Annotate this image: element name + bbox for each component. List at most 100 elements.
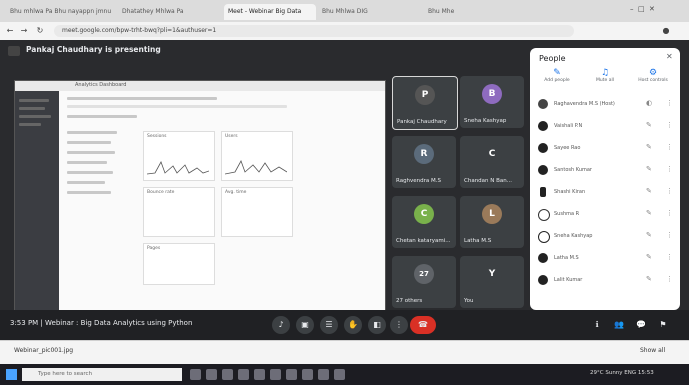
participant-tile[interactable]: B Sneha Kashyap [460,76,524,128]
window-controls[interactable]: – □ ✕ [630,5,655,13]
system-tray[interactable]: 29°C Sunny ENG 15:53 [590,370,654,376]
person-row[interactable]: Sayee Rao ✎ ⋮ [536,140,676,158]
taskbar-app-icon[interactable] [206,369,217,380]
taskbar: Type here to search 29°C Sunny ENG 15:53 [0,364,689,385]
taskbar-app-icon[interactable] [254,369,265,380]
participant-tile[interactable]: L Latha M.S [460,196,524,248]
more-icon[interactable]: ⋮ [666,143,673,151]
chat-icon[interactable]: 💬 [632,316,650,334]
shared-window-title: Analytics Dashboard [75,82,127,88]
more-icon[interactable]: ⋮ [666,253,673,261]
participant-tile[interactable]: C Chandan N Ban... [460,136,524,188]
mic-off-icon[interactable]: ✎ [646,187,652,195]
person-row[interactable]: Sneha Kashyap ✎ ⋮ [536,228,676,246]
participant-name: Chetan kataryami... [396,238,451,244]
person-row[interactable]: Raghavendra M.S (Host) ◐ ⋮ [536,96,676,114]
mic-off-icon[interactable]: ✎ [646,275,652,283]
more-icon[interactable]: ⋮ [666,121,673,129]
browser-tab[interactable]: Bhu Mhlwa DIG [318,4,422,20]
raise-hand-button[interactable]: ✋ [344,316,362,334]
participant-name: Sneha Kashyap [464,118,507,124]
download-bar: Webinar_pic001.jpg Show all [0,340,689,365]
avatar [538,231,550,243]
person-row[interactable]: Sushma R ✎ ⋮ [536,206,676,224]
mic-button[interactable]: ♪ [272,316,290,334]
address-bar: ← → ↻ meet.google.com/bpw-trht-bwq?pli=1… [0,22,689,41]
browser-tab-active[interactable]: Meet - Webinar Big Data [224,4,316,20]
mic-off-icon[interactable]: ✎ [646,165,652,173]
more-icon[interactable]: ⋮ [666,165,673,173]
more-icon[interactable]: ⋮ [666,99,673,107]
taskbar-app-icon[interactable] [334,369,345,380]
avatar: C [414,204,434,224]
windows-start-icon[interactable] [6,369,17,380]
activities-icon[interactable]: ⚑ [654,316,672,334]
show-all-link[interactable]: Show all [640,347,665,354]
sparkline [147,161,209,175]
captions-button[interactable]: ☰ [320,316,338,334]
avatar: C [482,144,502,164]
more-icon[interactable]: ⋮ [666,187,673,195]
browser-tab[interactable]: Dhatathey Mhlwa Pa [118,4,222,20]
more-options-button[interactable]: ⋮ [390,316,408,334]
add-people-button[interactable]: ✎ Add people [534,68,580,83]
participant-tile[interactable]: P Pankaj Chaudhary [392,76,458,130]
camera-button[interactable]: ▣ [296,316,314,334]
taskbar-app-icon[interactable] [222,369,233,380]
taskbar-app-icon[interactable] [318,369,329,380]
participant-name: Pankaj Chaudhary [397,119,447,125]
more-icon[interactable]: ⋮ [666,231,673,239]
reload-icon[interactable]: ↻ [34,25,46,37]
shared-content: Sessions Users Bounce rate Avg. time Pag… [59,91,385,331]
mic-icon[interactable]: ◐ [646,99,652,107]
profile-icon[interactable]: ● [660,25,672,37]
mic-off-icon[interactable]: ✎ [646,209,652,217]
metric-card: Avg. time [221,187,293,237]
info-icon[interactable]: ℹ [588,316,606,334]
taskbar-app-icon[interactable] [302,369,313,380]
avatar [538,253,548,263]
present-button[interactable]: ◧ [368,316,386,334]
participant-tile-others[interactable]: 27 27 others [392,256,456,308]
participant-tile-self[interactable]: Y You [460,256,524,308]
browser-tab[interactable]: Bhu mhlwa Pa Bhu nayappn jmnu [6,4,116,20]
person-row[interactable]: Vaishali P.N ✎ ⋮ [536,118,676,136]
task-view-icon[interactable] [190,369,201,380]
mic-off-icon[interactable]: ✎ [646,231,652,239]
shared-window-titlebar [15,81,385,91]
download-item[interactable]: Webinar_pic001.jpg [14,347,73,354]
more-icon[interactable]: ⋮ [666,275,673,283]
more-icon[interactable]: ⋮ [666,209,673,217]
mic-off-icon[interactable]: ✎ [646,121,652,129]
taskbar-search-input[interactable]: Type here to search [22,368,182,381]
person-row[interactable]: Shashi Kiran ✎ ⋮ [536,184,676,202]
host-controls-button[interactable]: ⚙ Host controls [630,68,676,83]
forward-icon[interactable]: → [18,25,30,37]
mic-off-icon[interactable]: ✎ [646,143,652,151]
back-icon[interactable]: ← [4,25,16,37]
person-row[interactable]: Santosh Kumar ✎ ⋮ [536,162,676,180]
metric-card: Pages [143,243,215,285]
participant-tile[interactable]: R Raghvendra M.S [392,136,456,188]
metric-card: Bounce rate [143,187,215,237]
person-row[interactable]: Latha M.S ✎ ⋮ [536,250,676,268]
taskbar-app-icon[interactable] [286,369,297,380]
people-icon[interactable]: 👥 [610,316,628,334]
taskbar-app-icon[interactable] [238,369,249,380]
taskbar-app-icon[interactable] [270,369,281,380]
avatar [538,143,548,153]
avatar [538,275,548,285]
person-row[interactable]: Lalit Kumar ✎ ⋮ [536,272,676,290]
mic-off-icon[interactable]: ✎ [646,253,652,261]
participant-name: You [464,298,474,304]
close-icon[interactable]: ✕ [666,52,673,61]
url-field[interactable]: meet.google.com/bpw-trht-bwq?pli=1&authu… [54,25,574,37]
leave-call-button[interactable]: ☎ [410,316,436,334]
mute-all-button[interactable]: ♫ Mute all [582,68,628,83]
avatar [538,121,548,131]
browser-tab[interactable]: Bhu Mhe [424,4,484,20]
participant-name: Latha M.S [464,238,492,244]
avatar: 27 [414,264,434,284]
avatar: Y [482,264,502,284]
participant-tile[interactable]: C Chetan kataryami... [392,196,456,248]
